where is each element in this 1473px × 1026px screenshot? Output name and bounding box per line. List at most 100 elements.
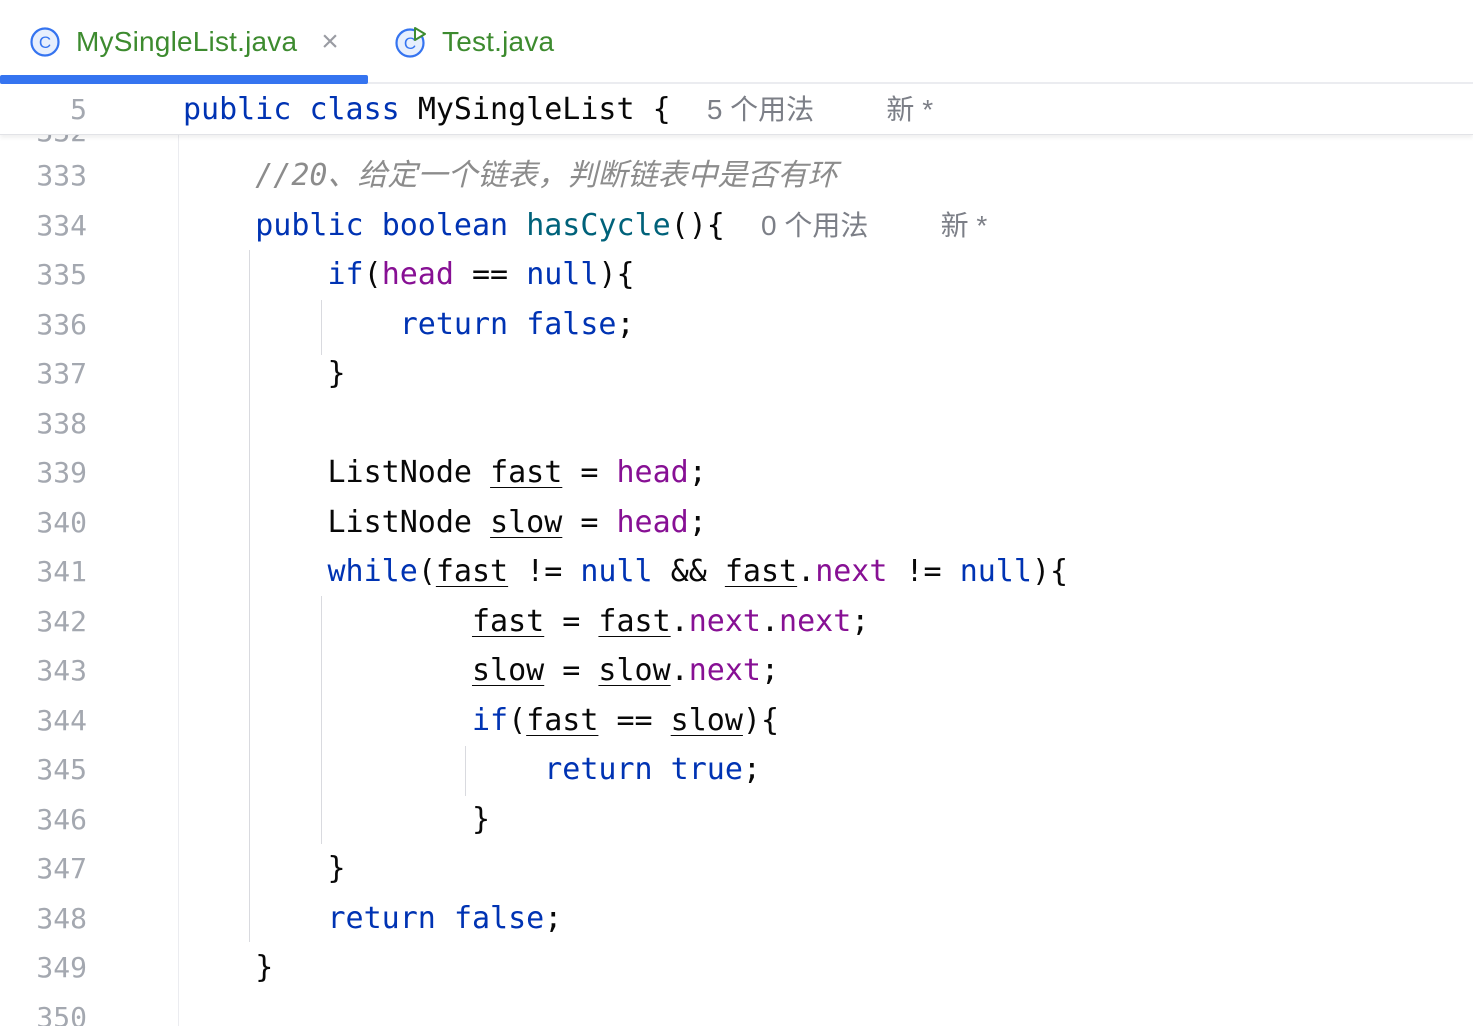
token: == <box>616 703 653 738</box>
token: head <box>381 257 454 292</box>
comment: //20、给定一个链表，判断链表中是否有环 <box>255 158 838 193</box>
sticky-code-line: public class MySingleList { 5 个用法 新 * <box>183 92 933 128</box>
author-inlay-hint[interactable]: 新 * <box>941 210 988 241</box>
token: head <box>616 505 689 540</box>
token: null <box>580 554 653 589</box>
token: ( <box>363 257 382 292</box>
author-inlay-hint[interactable]: 新 * <box>886 94 933 125</box>
token: . <box>760 604 780 639</box>
token: while <box>327 554 418 589</box>
token: ( <box>508 703 527 738</box>
token: MySingleList <box>417 92 635 127</box>
token: public <box>255 208 364 243</box>
token: fast <box>435 554 509 589</box>
code-line-335: if(head == null){ <box>183 257 635 293</box>
line-number: 343 <box>36 654 87 687</box>
token: class <box>309 92 400 127</box>
editor-tab-bar: C MySingleList.java × C Test.java <box>0 0 1473 84</box>
token: != <box>905 554 942 589</box>
gutter-divider <box>178 84 179 1026</box>
line-number: 347 <box>36 852 87 885</box>
token: boolean <box>381 208 509 243</box>
close-icon[interactable]: × <box>321 27 339 57</box>
token: ; <box>544 901 563 936</box>
token: ){ <box>598 257 635 292</box>
code-line-349: } <box>183 950 273 986</box>
tab-label: Test.java <box>442 26 555 57</box>
token: fast <box>471 604 545 639</box>
token: false <box>526 307 617 342</box>
token: return <box>544 752 653 787</box>
line-number: 334 <box>36 209 87 242</box>
code-line-346: } <box>183 802 490 838</box>
token: next <box>688 604 761 639</box>
line-number: 340 <box>36 506 87 539</box>
token: return <box>399 307 509 342</box>
token: . <box>797 554 816 589</box>
usages-inlay-hint[interactable]: 0 个用法 <box>761 210 868 241</box>
token: null <box>526 257 599 292</box>
token: ; <box>616 307 635 342</box>
line-number: 344 <box>36 704 87 737</box>
line-number: 342 <box>36 605 87 638</box>
line-number: 337 <box>36 357 87 390</box>
token: && <box>670 554 707 589</box>
line-number: 338 <box>36 407 87 440</box>
token: { <box>652 92 671 127</box>
code-line-344: if(fast == slow){ <box>183 703 779 739</box>
line-number: 5 <box>70 93 87 126</box>
java-runnable-class-icon: C <box>394 25 428 59</box>
token: ; <box>742 752 761 787</box>
code-line-343: slow = slow.next; <box>183 653 779 689</box>
code-line-341: while(fast != null && fast.next != null)… <box>183 554 1069 590</box>
token: next <box>815 554 888 589</box>
token: fast <box>526 703 599 738</box>
usages-inlay-hint[interactable]: 5 个用法 <box>707 94 814 125</box>
method-name: hasCycle <box>526 208 671 243</box>
code-line-342: fast = fast.next.next; <box>183 604 869 640</box>
code-line-336: return false; <box>183 307 635 343</box>
line-number: 336 <box>36 308 87 341</box>
tab-test-java[interactable]: C Test.java <box>394 0 554 84</box>
token: = <box>562 604 581 639</box>
code-line-339: ListNode fast = head; <box>183 455 707 491</box>
token: (){ <box>670 208 725 243</box>
token: = <box>580 505 599 540</box>
token: false <box>453 901 545 936</box>
token: . <box>670 653 689 688</box>
active-tab-indicator <box>0 75 368 84</box>
line-number: 345 <box>36 753 87 786</box>
code-line-337: } <box>183 356 346 392</box>
indent-guide <box>249 250 250 942</box>
token: ; <box>851 604 870 639</box>
token: } <box>471 802 491 837</box>
token: ; <box>760 653 780 688</box>
line-number: 341 <box>36 555 87 588</box>
token: = <box>562 653 581 688</box>
token: head <box>616 455 689 490</box>
token: ){ <box>1031 554 1069 589</box>
token: slow <box>471 653 545 688</box>
line-number: 350 <box>36 1001 87 1026</box>
token: != <box>526 554 563 589</box>
token: ; <box>688 455 707 490</box>
token: next <box>688 653 761 688</box>
code-line-340: ListNode slow = head; <box>183 505 707 541</box>
tab-mysinglelist-java[interactable]: C MySingleList.java × <box>28 0 339 84</box>
token: == <box>472 257 509 292</box>
line-number: 335 <box>36 258 87 291</box>
line-number: 339 <box>36 456 87 489</box>
tab-label: MySingleList.java <box>76 26 298 57</box>
token: ){ <box>742 703 780 738</box>
code-line-348: return false; <box>183 901 563 937</box>
token: fast <box>598 604 671 639</box>
token: slow <box>598 653 671 688</box>
code-editor[interactable]: 332 350 333 //20、给定一个链表，判断链表中是否有环 334 pu… <box>0 84 1473 1026</box>
sticky-scroll-header[interactable]: 5 public class MySingleList { 5 个用法 新 * <box>0 84 1473 135</box>
java-class-icon: C <box>28 25 62 59</box>
token: if <box>471 703 509 738</box>
line-number: 333 <box>36 159 87 192</box>
token: ListNode <box>327 505 473 540</box>
svg-text:C: C <box>39 33 51 52</box>
code-line-347: } <box>183 851 346 887</box>
